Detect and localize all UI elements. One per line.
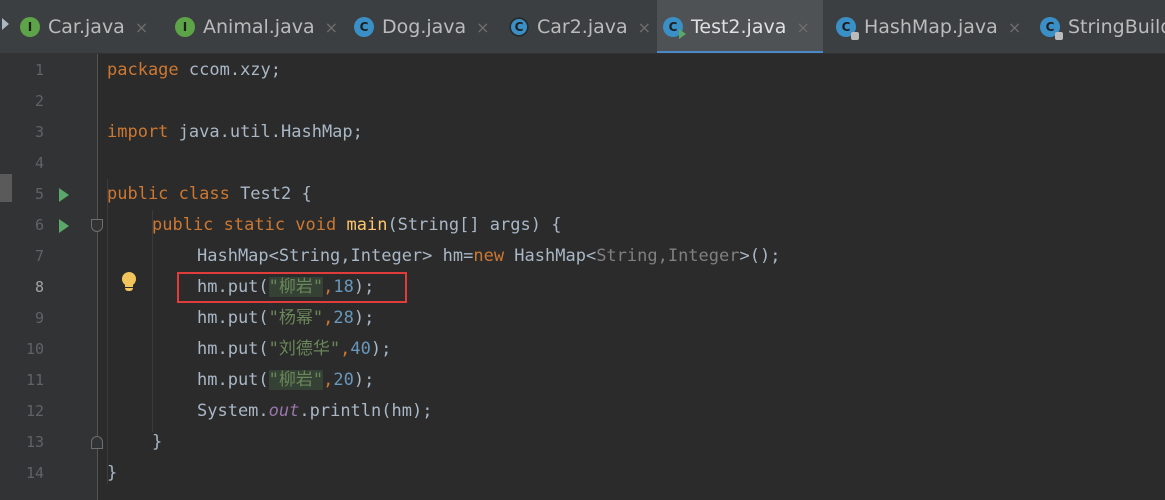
tab-label: HashMap.java xyxy=(864,16,998,38)
interface-icon: I xyxy=(175,17,195,37)
code-line-12: System.out.println(hm); xyxy=(197,401,433,421)
interface-icon: I xyxy=(20,17,40,37)
run-class-icon[interactable] xyxy=(59,188,69,202)
line-number: 4 xyxy=(34,154,44,172)
line-number: 2 xyxy=(34,92,44,110)
tab-hashmap-java[interactable]: C HashMap.java × xyxy=(830,0,1029,54)
tab-test2-java[interactable]: C Test2.java × xyxy=(657,0,823,54)
tab-stringbuilder-java[interactable]: C StringBuild xyxy=(1034,0,1165,54)
line-number: 1 xyxy=(34,61,44,79)
tab-label: Animal.java xyxy=(203,16,315,38)
line-number-current: 8 xyxy=(34,278,44,296)
code-line-1: package ccom.xzy; xyxy=(107,60,282,80)
line-number: 5 xyxy=(34,185,44,203)
editor-gutter: 1 2 3 4 5 6 7 8 9 10 11 12 13 14 xyxy=(0,54,103,500)
close-tab-icon[interactable]: × xyxy=(796,18,809,37)
close-tab-icon[interactable]: × xyxy=(1008,18,1021,37)
tab-label: Car2.java xyxy=(537,16,628,38)
tab-car2-java[interactable]: C Car2.java × xyxy=(503,0,659,54)
line-number: 9 xyxy=(34,309,44,327)
code-line-14: } xyxy=(107,463,118,483)
runnable-class-icon: C xyxy=(663,17,686,39)
library-class-icon: C xyxy=(836,17,859,40)
line-number: 11 xyxy=(25,371,44,389)
tab-label: Test2.java xyxy=(691,16,787,38)
code-line-13: } xyxy=(152,432,163,452)
highlight-annotation-box xyxy=(177,272,407,303)
run-main-icon[interactable] xyxy=(59,219,69,233)
close-tab-icon[interactable]: × xyxy=(476,18,489,37)
code-line-11: hm.put("柳岩",20); xyxy=(197,370,375,390)
line-number: 13 xyxy=(25,433,44,451)
abstract-class-icon: C xyxy=(509,17,529,37)
tab-label: Dog.java xyxy=(382,16,467,38)
indent-guide xyxy=(107,179,108,484)
tab-label: Car.java xyxy=(48,16,125,38)
close-tab-icon[interactable]: × xyxy=(325,18,338,37)
indent-guide xyxy=(152,210,153,432)
line-number: 7 xyxy=(34,247,44,265)
line-number: 12 xyxy=(25,402,44,420)
tab-car-java[interactable]: I Car.java × xyxy=(14,0,156,54)
line-number: 14 xyxy=(25,464,44,482)
close-tab-icon[interactable]: × xyxy=(638,18,651,37)
library-class-icon: C xyxy=(1040,17,1063,40)
editor-tab-bar: I Car.java × I Animal.java × C Dog.java … xyxy=(0,0,1165,54)
class-icon: C xyxy=(354,17,374,37)
line-number: 10 xyxy=(25,340,44,358)
tab-animal-java[interactable]: I Animal.java × xyxy=(169,0,346,54)
code-line-9: hm.put("杨幂",28); xyxy=(197,308,375,328)
tab-label: StringBuild xyxy=(1068,16,1165,38)
line-number: 3 xyxy=(34,123,44,141)
code-line-5: public class Test2 { xyxy=(107,184,312,204)
code-line-10: hm.put("刘德华",40); xyxy=(197,339,392,359)
close-tab-icon[interactable]: × xyxy=(135,18,148,37)
code-line-3: import java.util.HashMap; xyxy=(107,122,363,142)
code-line-6: public static void main(String[] args) { xyxy=(152,215,562,235)
tab-dog-java[interactable]: C Dog.java × xyxy=(348,0,498,54)
code-line-7: HashMap<String,Integer> hm=new HashMap<S… xyxy=(197,246,781,266)
scroll-tabs-left-icon[interactable] xyxy=(2,18,9,30)
line-number: 6 xyxy=(34,216,44,234)
